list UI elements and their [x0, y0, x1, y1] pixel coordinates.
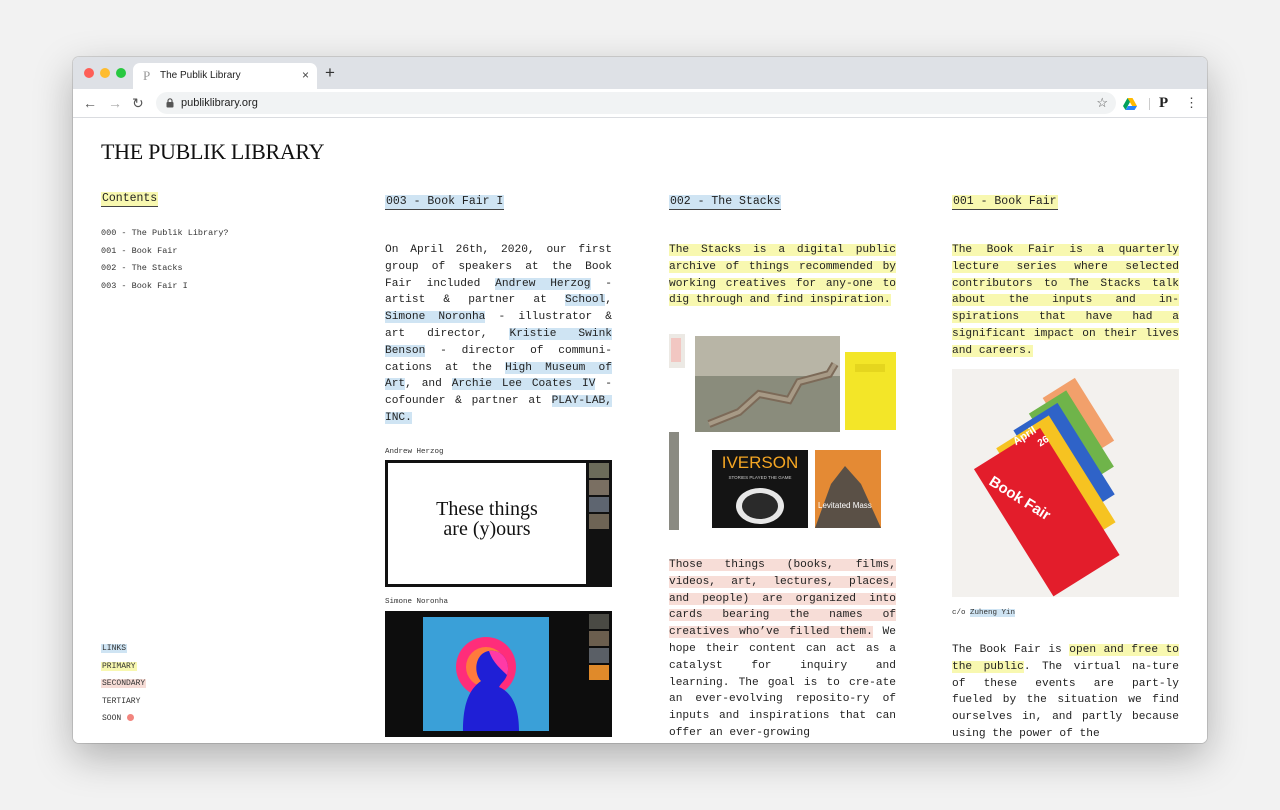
book-fair-poster-image[interactable]: Book Fair April 26 [952, 369, 1179, 597]
section-book-fair: 001 - Book Fair The Book Fair is a quart… [952, 191, 1179, 740]
toc-item-001[interactable]: 001 - Book Fair [101, 243, 229, 261]
inline-link[interactable]: School [564, 294, 606, 307]
close-tab-icon[interactable]: × [302, 68, 309, 82]
forward-arrow-icon[interactable]: → [108, 95, 122, 111]
collage-book2-title: Levitated Mass [818, 501, 872, 510]
legend-tertiary: TERTIARY [102, 696, 141, 706]
contents-heading: Contents [101, 192, 159, 207]
participant-thumbnails [589, 614, 609, 682]
google-drive-icon[interactable] [1123, 97, 1137, 110]
simone-noronha-caption: Simone Noronha [385, 598, 449, 606]
soon-dot-icon [127, 714, 135, 721]
participant-thumbnails [589, 463, 609, 531]
tab-publik-library[interactable]: P The Publik Library × [133, 63, 317, 89]
body-text: , [605, 294, 612, 307]
participant-thumbnail [589, 631, 609, 646]
tab-strip: P The Publik Library × + [73, 57, 1207, 89]
andrew-herzog-video-screenshot[interactable]: These things are (y)ours [385, 460, 612, 587]
stacks-collage-image[interactable]: IVERSON STORIES PLAYED THE GAME Levitate… [669, 334, 896, 534]
credit-name-link[interactable]: Zuheng Yin [970, 609, 1016, 617]
inline-link[interactable]: Simone Noronha [385, 311, 486, 324]
inline-link[interactable]: Andrew Herzog [495, 277, 591, 290]
primary-highlight-text: The Book Fair is a quarterly lecture ser… [952, 244, 1179, 357]
highlight-legend: LINKS PRIMARY SECONDARY TERTIARY SOON [101, 640, 147, 728]
the-stacks-intro: The Stacks is a digital public archive o… [669, 242, 896, 309]
legend-secondary-item: SECONDARY [101, 675, 147, 693]
legend-links: LINKS [101, 644, 128, 653]
simone-noronha-video-screenshot[interactable] [385, 611, 612, 737]
book-fair-i-intro: On April 26th, 2020, our first group of … [385, 242, 613, 427]
section-heading-003[interactable]: 003 - Book Fair I [385, 195, 505, 210]
section-heading-002[interactable]: 002 - The Stacks [669, 195, 782, 210]
book-fair-poster-graphic: Book Fair April 26 [973, 377, 1120, 597]
legend-soon: SOON [102, 714, 122, 723]
table-of-contents: 000 - The Publik Library? 001 - Book Fai… [101, 225, 229, 295]
toc-item-003[interactable]: 003 - Book Fair I [101, 278, 229, 296]
close-window-button[interactable] [84, 68, 94, 78]
maximize-window-button[interactable] [116, 68, 126, 78]
legend-primary: PRIMARY [101, 661, 137, 671]
inline-link[interactable]: Archie Lee Coates IV [451, 378, 596, 391]
legend-tertiary-item: TERTIARY [101, 693, 146, 711]
minimize-window-button[interactable] [100, 68, 110, 78]
primary-highlight-text: The Stacks is a digital public archive o… [669, 244, 896, 307]
the-stacks-body: Those things (books, films, videos, art,… [669, 557, 896, 742]
section-book-fair-i: 003 - Book Fair I On April 26th, 2020, o… [385, 191, 613, 737]
participant-thumbnail [589, 614, 609, 629]
toolbar-divider [1149, 98, 1150, 110]
legend-primary-item: PRIMARY [101, 658, 146, 676]
participant-thumbnail [589, 480, 609, 495]
extension-p-icon[interactable]: P [1159, 95, 1168, 111]
andrew-herzog-caption: Andrew Herzog [385, 448, 444, 456]
participant-thumbnail [589, 648, 609, 663]
illustration-artwork [423, 617, 549, 731]
lock-icon [166, 98, 174, 108]
site-title[interactable]: THE PUBLIK LIBRARY [101, 139, 324, 165]
slide-line-1: These things [436, 498, 538, 520]
reload-icon[interactable]: ↻ [132, 95, 144, 111]
favicon-icon: P [143, 68, 151, 83]
body-text: , and [405, 378, 452, 391]
toc-item-000[interactable]: 000 - The Publik Library? [101, 225, 229, 243]
slide-text: These things are (y)ours [388, 499, 586, 539]
browser-toolbar: ← → ↻ publiklibrary.org ☆ P ⋮ [73, 89, 1207, 118]
secondary-highlight-text: Those things (books, films, videos, art,… [669, 559, 896, 639]
participant-thumbnail [589, 463, 609, 478]
participant-thumbnail [589, 514, 609, 529]
participant-thumbnail [589, 665, 609, 680]
url-text: publiklibrary.org [181, 97, 258, 109]
bookmark-star-icon[interactable]: ☆ [1096, 95, 1108, 111]
back-arrow-icon[interactable]: ← [83, 95, 97, 111]
participant-thumbnail [589, 497, 609, 512]
credit-prefix: c/o [952, 609, 971, 617]
book-fair-intro: The Book Fair is a quarterly lecture ser… [952, 242, 1179, 360]
portrait-illustration [456, 637, 519, 731]
browser-window: P The Publik Library × + ← → ↻ publiklib… [73, 57, 1207, 743]
slide-frame: These things are (y)ours [388, 463, 586, 584]
body-text: The Book Fair is [952, 644, 1070, 656]
book-fair-body: The Book Fair is open and free to the pu… [952, 642, 1179, 743]
menu-dots-icon[interactable]: ⋮ [1185, 95, 1198, 111]
legend-links-item: LINKS [101, 640, 146, 658]
legend-secondary: SECONDARY [101, 679, 147, 688]
contents-heading-wrap: Contents [101, 188, 159, 207]
collage-book1-title: IVERSON [722, 453, 799, 472]
legend-soon-item: SOON [101, 710, 146, 728]
page-content: THE PUBLIK LIBRARY Contents 000 - The Pu… [73, 119, 1207, 743]
toc-item-002[interactable]: 002 - The Stacks [101, 260, 229, 278]
slide-line-2: are (y)ours [443, 518, 531, 540]
section-the-stacks: 002 - The Stacks The Stacks is a digital… [669, 191, 896, 739]
body-text: We hope their content can act as a catal… [669, 626, 896, 739]
image-credit: c/o Zuheng Yin [952, 608, 1016, 618]
tab-title: The Publik Library [160, 70, 241, 81]
collage-book1-subtitle: STORIES PLAYED THE GAME [728, 475, 791, 480]
collage-graphic: IVERSON STORIES PLAYED THE GAME Levitate… [669, 334, 896, 530]
section-heading-001[interactable]: 001 - Book Fair [952, 195, 1058, 210]
new-tab-button[interactable]: + [325, 64, 335, 82]
address-bar[interactable]: publiklibrary.org ☆ [156, 92, 1116, 114]
